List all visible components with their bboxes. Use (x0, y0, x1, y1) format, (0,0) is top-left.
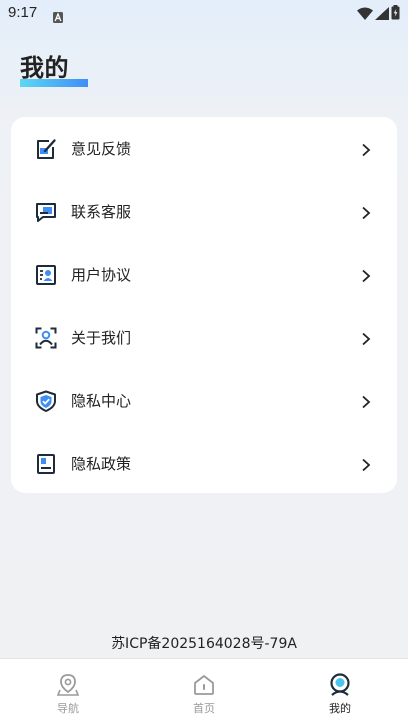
menu-item-label: 隐私中心 (71, 392, 132, 410)
battery-icon (391, 5, 400, 24)
chevron-right-icon (360, 142, 372, 156)
chevron-right-icon (360, 205, 372, 219)
status-time: 9:17 (8, 4, 38, 21)
feedback-edit-icon (35, 138, 57, 160)
menu-item-privacy-center[interactable]: 隐私中心 (11, 369, 397, 432)
menu-item-privacy-policy[interactable]: 隐私政策 (11, 432, 397, 495)
nav-item-label: 导航 (57, 702, 79, 715)
notification-a-icon (53, 8, 63, 27)
menu-item-label: 隐私政策 (71, 455, 132, 473)
page-title: 我的 (20, 54, 69, 82)
bottom-nav: 导航 首页 我的 (0, 658, 408, 728)
customer-service-icon (35, 201, 57, 223)
about-us-icon (35, 327, 57, 349)
menu-item-user-agreement[interactable]: 用户协议 (11, 243, 397, 306)
nav-item-home[interactable]: 首页 (164, 659, 244, 728)
menu-item-customer-service[interactable]: 联系客服 (11, 180, 397, 243)
cell-signal-icon (375, 5, 389, 24)
menu-item-label: 意见反馈 (71, 140, 132, 158)
home-icon (192, 673, 216, 697)
menu-item-feedback[interactable]: 意见反馈 (11, 117, 397, 180)
nav-item-navigation[interactable]: 导航 (28, 659, 108, 728)
status-bar: 9:17 (0, 0, 408, 28)
privacy-shield-icon (35, 390, 57, 412)
location-pin-icon (56, 673, 80, 697)
wifi-icon (357, 5, 373, 24)
profile-icon (328, 673, 352, 697)
menu-item-label: 关于我们 (71, 329, 132, 347)
menu-item-label: 联系客服 (71, 203, 132, 221)
chevron-right-icon (360, 268, 372, 282)
menu-item-label: 用户协议 (71, 266, 132, 284)
status-icons (355, 5, 400, 24)
nav-item-label: 我的 (329, 702, 351, 715)
nav-item-mine[interactable]: 我的 (300, 659, 380, 728)
menu-item-about-us[interactable]: 关于我们 (11, 306, 397, 369)
icp-registration-text: 苏ICP备2025164028号-79A (111, 636, 297, 652)
nav-item-label: 首页 (193, 702, 215, 715)
privacy-policy-icon (35, 453, 57, 475)
chevron-right-icon (360, 331, 372, 345)
menu-card: 意见反馈 联系客服 用户协议 关于我们 隐私中心 隐私政策 (11, 117, 397, 493)
chevron-right-icon (360, 394, 372, 408)
user-agreement-icon (35, 264, 57, 286)
chevron-right-icon (360, 457, 372, 471)
page-title-block: 我的 (20, 52, 90, 92)
